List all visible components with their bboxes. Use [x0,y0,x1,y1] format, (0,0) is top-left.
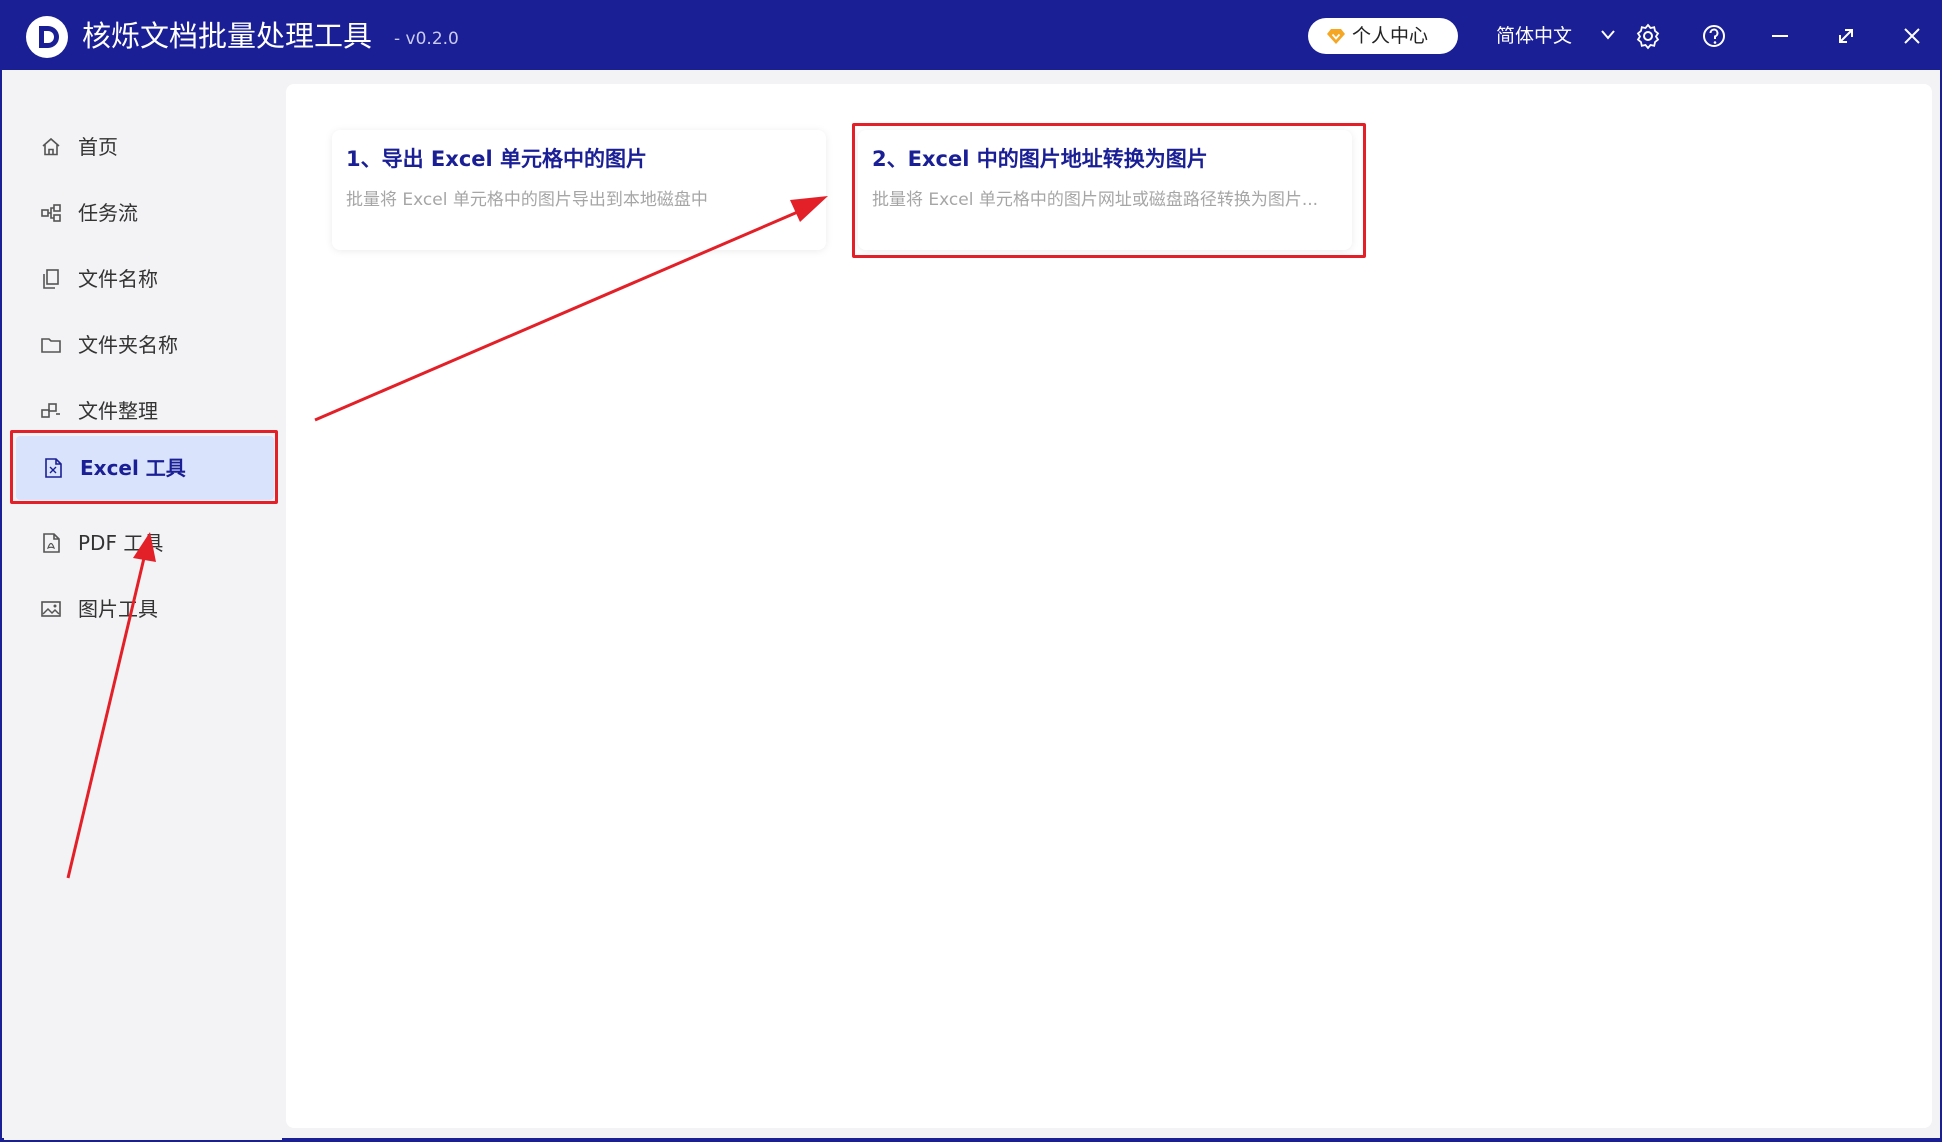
annotation-highlight-box [852,123,1366,258]
minimize-icon[interactable] [1766,22,1794,50]
sidebar-item-folder-name[interactable]: 文件夹名称 [14,316,276,374]
app-window: 核烁文档批量处理工具 - v0.2.0 个人中心 简体中文 首页 任务流 文件名… [0,0,1942,1140]
user-center-button[interactable]: 个人中心 [1308,18,1458,54]
language-selector[interactable]: 简体中文 [1496,22,1572,50]
sidebar-item-label: PDF 工具 [78,531,164,555]
help-icon[interactable] [1700,22,1728,50]
folder-icon [41,338,61,353]
tool-card-export-images[interactable]: 1、导出 Excel 单元格中的图片 批量将 Excel 单元格中的图片导出到本… [332,130,826,250]
sidebar-item-label: 文件夹名称 [78,333,178,357]
app-title: 核烁文档批量处理工具 [82,19,373,53]
sidebar-item-label: 文件整理 [78,399,158,423]
vip-diamond-icon [1327,29,1345,44]
sidebar-item-file-name[interactable]: 文件名称 [14,250,276,308]
sidebar-item-label: 图片工具 [78,597,158,621]
app-version: - v0.2.0 [394,29,459,49]
image-icon [41,601,61,617]
sidebar-item-image-tools[interactable]: 图片工具 [14,580,276,638]
pdf-file-icon [43,533,60,553]
sidebar-item-pdf-tools[interactable]: PDF 工具 [14,514,276,572]
chevron-down-icon[interactable] [1600,29,1616,41]
close-icon[interactable] [1898,22,1926,50]
app-logo [26,16,68,58]
sidebar-item-label: 首页 [78,135,118,159]
organize-icon [41,403,60,418]
sidebar-item-label: 文件名称 [78,267,158,291]
card-title: 1、导出 Excel 单元格中的图片 [346,147,648,171]
sidebar-item-home[interactable]: 首页 [14,118,276,176]
settings-icon[interactable] [1634,22,1662,50]
card-description: 批量将 Excel 单元格中的图片导出到本地磁盘中 [346,190,708,210]
annotation-highlight-box [10,430,278,504]
sidebar: 首页 任务流 文件名称 文件夹名称 文件整理 Excel 工具 PDF 工具 图… [4,70,282,1140]
home-icon [42,137,60,156]
maximize-icon[interactable] [1832,22,1860,50]
sidebar-item-workflow[interactable]: 任务流 [14,184,276,242]
user-center-label: 个人中心 [1352,25,1429,47]
workflow-icon [41,204,61,222]
title-bar: 核烁文档批量处理工具 - v0.2.0 个人中心 简体中文 [2,2,1942,70]
sidebar-item-label: 任务流 [78,201,138,225]
file-copy-icon [43,269,59,289]
